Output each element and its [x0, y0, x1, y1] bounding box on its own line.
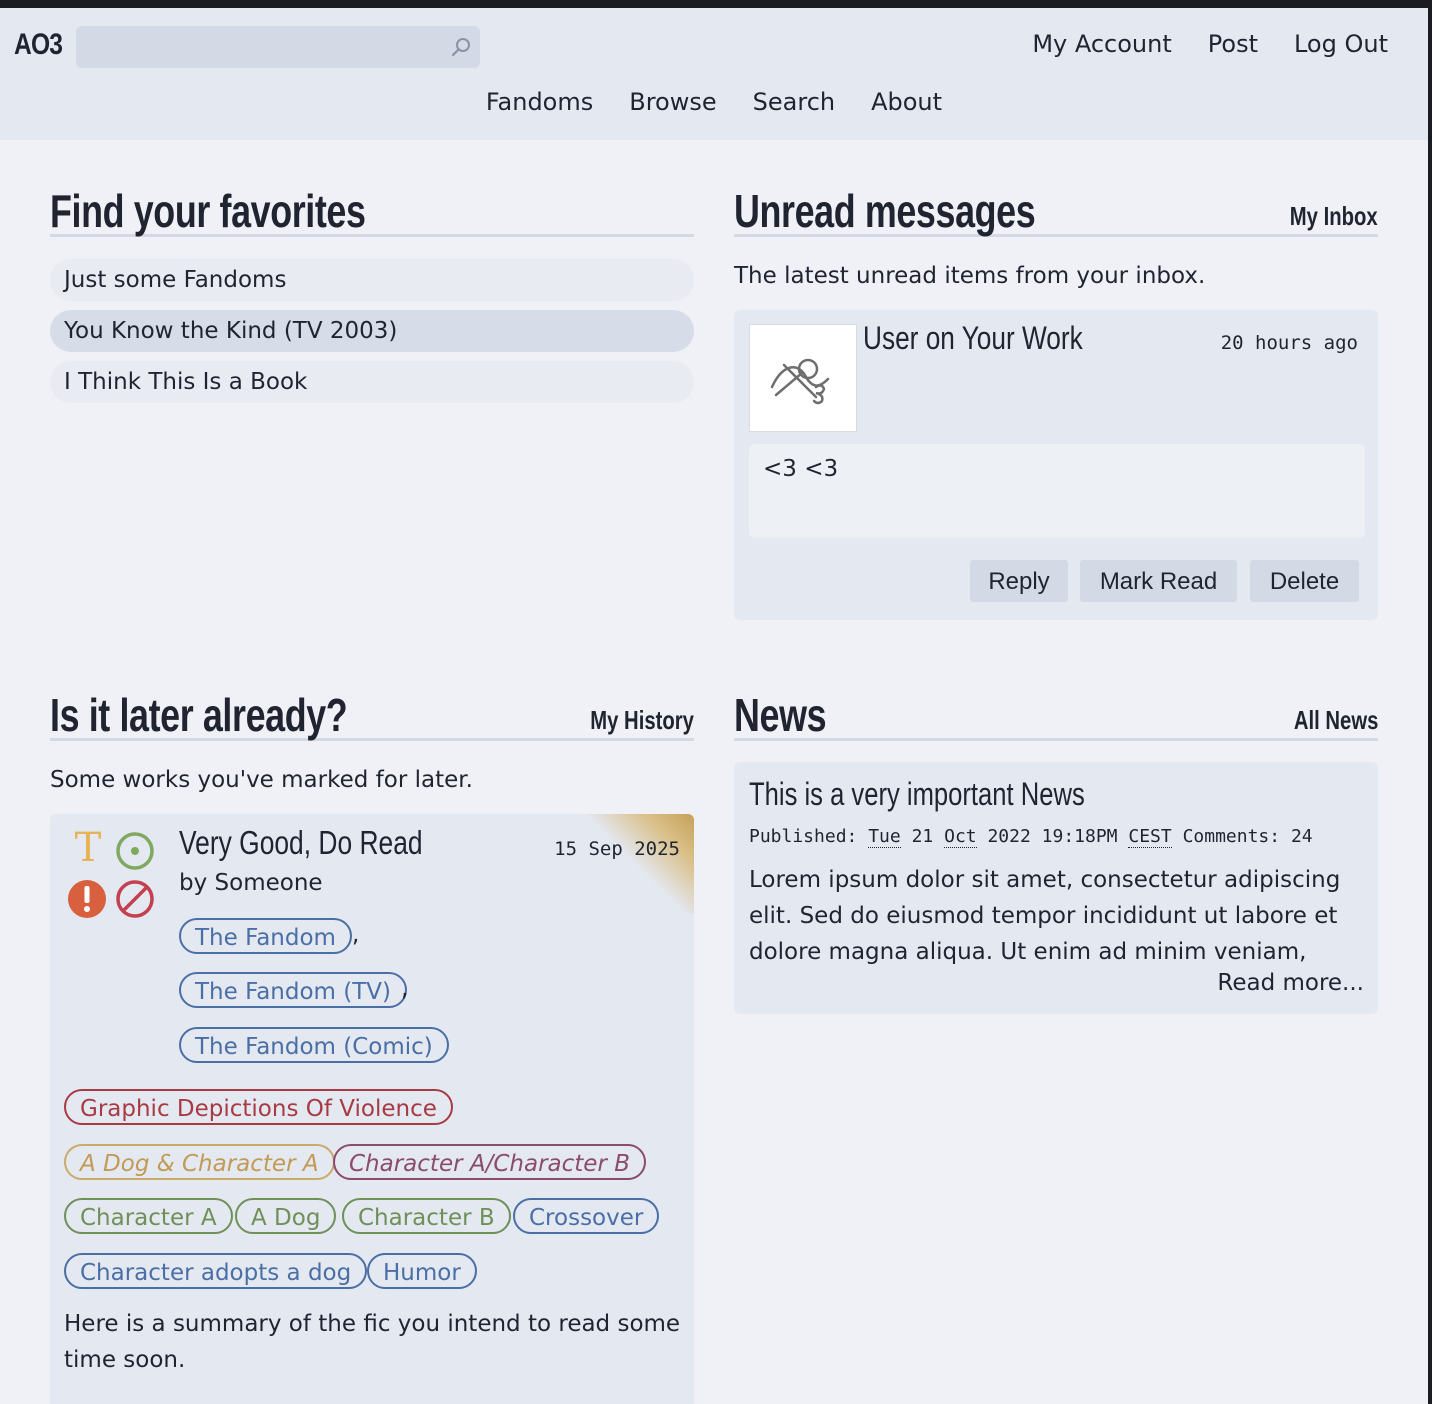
news-heading: News: [734, 689, 827, 741]
favorites-list: Just some Fandoms You Know the Kind (TV …: [50, 259, 694, 403]
work-byline: by Someone: [179, 870, 323, 896]
message-user-link[interactable]: User: [863, 320, 918, 356]
message-timestamp: 20 hours ago: [1220, 332, 1358, 354]
my-history-link[interactable]: My History: [590, 705, 694, 736]
news-section: News All News: [734, 688, 1378, 741]
favorites-heading: Find your favorites: [50, 185, 366, 237]
nav-about[interactable]: About: [871, 88, 942, 116]
published-day: Tue: [868, 826, 901, 848]
my-account-link[interactable]: My Account: [1032, 30, 1171, 58]
message-on-text: on: [925, 320, 955, 356]
nav-search[interactable]: Search: [753, 88, 835, 116]
published-label: Published:: [749, 826, 858, 847]
author-link[interactable]: Someone: [215, 870, 323, 896]
favorite-item-hovered[interactable]: You Know the Kind (TV 2003): [50, 310, 694, 352]
inbox-section: Unread messages My Inbox The latest unre…: [734, 184, 1378, 289]
news-card: This is a very important News Published:…: [734, 762, 1378, 1014]
published-date: 21: [911, 826, 934, 847]
freeform-tag[interactable]: Humor: [367, 1253, 477, 1289]
freeform-tag[interactable]: Crossover: [513, 1198, 660, 1234]
news-body: Lorem ipsum dolor sit amet, consectetur …: [749, 867, 1341, 965]
news-meta: Published: Tue 21 Oct 2022 19:18PM CEST …: [749, 826, 1313, 848]
search-box: [76, 26, 480, 68]
news-heading-wrap: News All News: [734, 688, 1378, 741]
favorite-item[interactable]: Just some Fandoms: [50, 259, 694, 301]
relationship-tag[interactable]: Character A/Character B: [333, 1144, 646, 1180]
later-heading-wrap: Is it later already? My History: [50, 688, 694, 741]
later-section: Is it later already? My History Some wor…: [50, 688, 694, 793]
favorites-heading-wrap: Find your favorites: [50, 184, 694, 237]
mark-read-button[interactable]: Mark Read: [1080, 560, 1237, 602]
post-link[interactable]: Post: [1208, 30, 1258, 58]
fandom-tag[interactable]: The Fandom: [179, 918, 352, 954]
delete-button[interactable]: Delete: [1250, 560, 1359, 602]
work-date: 15 Sep 2025: [554, 838, 680, 860]
fandom-tag[interactable]: The Fandom (Comic): [179, 1027, 449, 1063]
user-avatar[interactable]: [749, 324, 857, 432]
fandom-tag[interactable]: The Fandom (TV): [179, 972, 407, 1008]
published-year-time: 2022 19:18PM: [987, 826, 1118, 847]
rating-icon[interactable]: T: [68, 828, 108, 868]
favorite-item[interactable]: I Think This Is a Book: [50, 361, 694, 403]
default-avatar-icon: [770, 358, 830, 405]
window-edge: [1428, 8, 1432, 1404]
fandom-separator: ,: [352, 922, 360, 948]
inbox-heading: Unread messages: [734, 185, 1036, 237]
message-work-link[interactable]: Your Work: [962, 320, 1083, 356]
work-title-link[interactable]: Very Good, Do Read: [179, 824, 423, 862]
search-input[interactable]: [76, 26, 460, 66]
category-icon[interactable]: [114, 830, 156, 872]
fandom-separator: ,: [401, 976, 409, 1002]
work-summary: Here is a summary of the fic you intend …: [64, 1311, 681, 1373]
warning-tag[interactable]: Graphic Depictions Of Violence: [64, 1089, 453, 1125]
freeform-tag[interactable]: Character adopts a dog: [64, 1253, 368, 1289]
inbox-message-card: User on Your Work 20 hours ago <3 <3 Rep…: [734, 310, 1378, 620]
character-tag[interactable]: Character A: [64, 1198, 233, 1234]
site-logo[interactable]: AO3: [14, 28, 63, 62]
nav-fandoms[interactable]: Fandoms: [486, 88, 593, 116]
message-heading: User on Your Work: [863, 320, 1083, 357]
inbox-heading-wrap: Unread messages My Inbox: [734, 184, 1378, 237]
byline-prefix: by: [179, 870, 208, 896]
main-nav: Fandoms Browse Search About: [0, 88, 1428, 116]
my-inbox-link[interactable]: My Inbox: [1290, 201, 1378, 232]
all-news-link[interactable]: All News: [1293, 705, 1378, 736]
site-header: AO3 My Account Post Log Out Fandoms Brow…: [0, 8, 1428, 140]
nav-browse[interactable]: Browse: [629, 88, 716, 116]
character-tag[interactable]: A Dog: [235, 1198, 337, 1234]
comments-count[interactable]: 24: [1291, 826, 1313, 847]
warning-icon[interactable]: [66, 878, 108, 920]
message-body: <3 <3: [749, 444, 1365, 538]
published-month: Oct: [944, 826, 977, 848]
no-entry-icon[interactable]: [114, 878, 156, 920]
card-corner-fold: [584, 814, 694, 914]
news-title-link[interactable]: This is a very important News: [749, 776, 1085, 813]
comments-label: Comments:: [1182, 826, 1281, 847]
page: AO3 My Account Post Log Out Fandoms Brow…: [0, 8, 1428, 1404]
log-out-link[interactable]: Log Out: [1294, 30, 1388, 58]
message-text: <3 <3: [763, 456, 839, 482]
user-nav: My Account Post Log Out: [1032, 30, 1388, 58]
later-heading: Is it later already?: [50, 689, 348, 741]
favorites-section: Find your favorites Just some Fandoms Yo…: [50, 184, 694, 412]
relationship-tag[interactable]: A Dog & Character A: [64, 1144, 335, 1180]
reply-button[interactable]: Reply: [970, 560, 1068, 602]
published-timezone: CEST: [1128, 826, 1172, 848]
character-tag[interactable]: Character B: [342, 1198, 511, 1234]
marked-work-card: T Very Good, Do Read 15 Sep 2025 by Some…: [50, 814, 694, 1404]
search-icon[interactable]: [450, 36, 472, 58]
read-more-link[interactable]: Read more...: [1217, 970, 1364, 996]
inbox-intro: The latest unread items from your inbox.: [734, 263, 1206, 289]
later-intro: Some works you've marked for later.: [50, 767, 473, 793]
